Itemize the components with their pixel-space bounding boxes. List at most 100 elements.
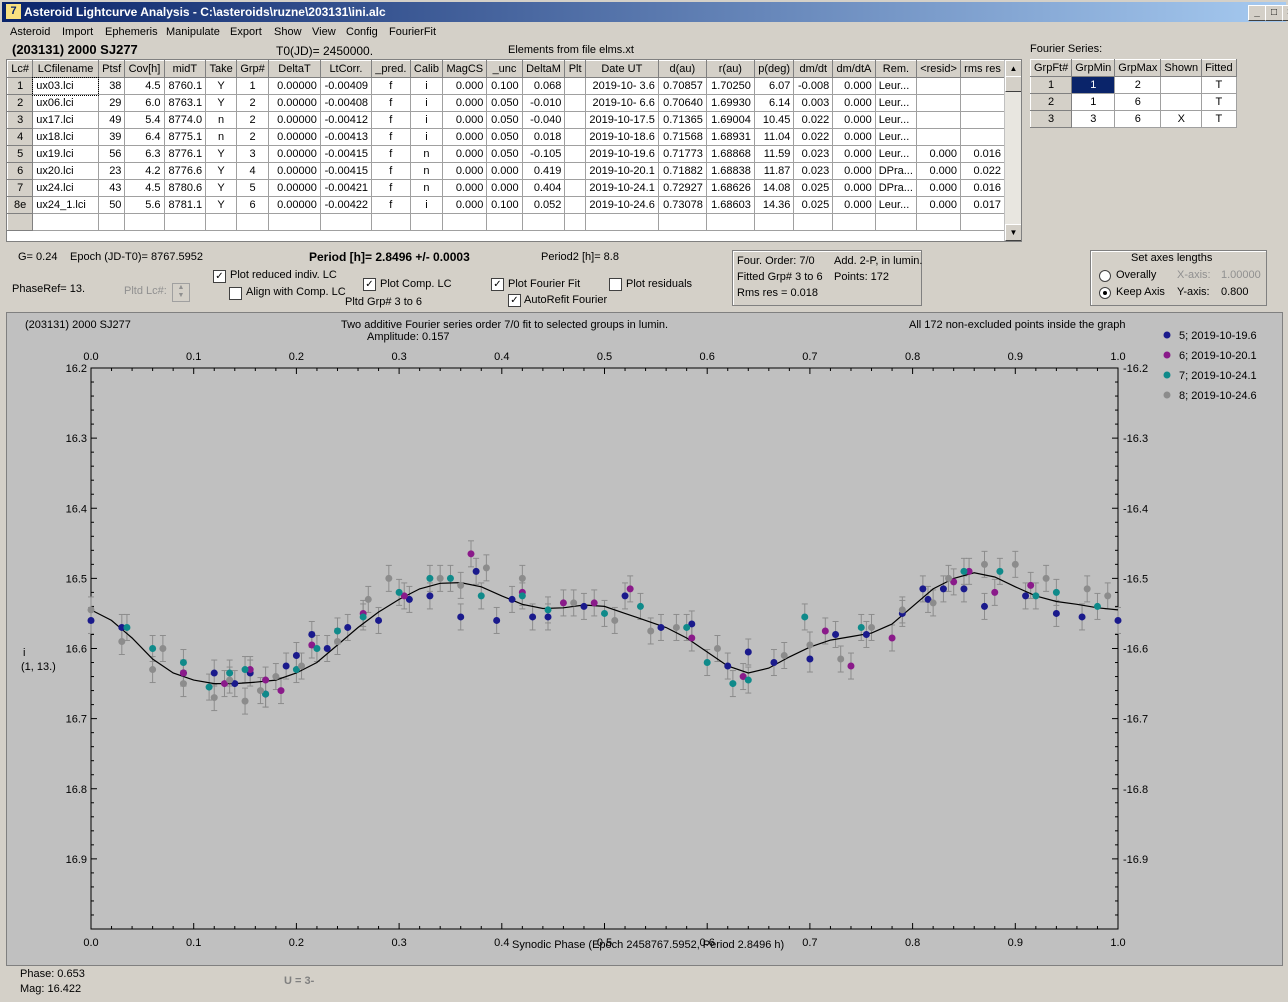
table-cell[interactable]: DPra... [874,179,918,197]
table-cell[interactable]: 0.016 [959,145,1006,163]
table-cell[interactable]: 6 [235,196,270,214]
table-cell[interactable]: 0.016 [959,179,1006,197]
table-cell[interactable]: i [409,196,444,214]
fourier-column-header[interactable]: GrpMin [1071,59,1116,77]
table-cell[interactable]: 1.68931 [705,128,755,146]
table-cell[interactable]: 0.000 [442,162,488,180]
menu-config[interactable]: Config [346,26,378,38]
table-cell[interactable]: -0.105 [521,145,566,163]
table-scrollbar[interactable]: ▲ ▼ [1004,60,1021,241]
table-cell[interactable] [564,213,586,231]
table-row[interactable]: 3 ux17.lci 49 5.4 8774.0 n 2 0.00000 -0.00412 f i 0… [7,111,1006,129]
table-cell[interactable] [268,213,321,231]
table-row[interactable]: 5 ux19.lci 56 6.3 8776.1 Y 3 0.00000 -0.00415 f n 0… [7,145,1006,163]
table-cell[interactable] [916,94,961,112]
table-cell[interactable]: -0.00408 [319,94,373,112]
table-cell[interactable]: 0.052 [521,196,566,214]
table-cell[interactable] [705,213,755,231]
plot-comp-checkbox[interactable]: ✓ [363,278,376,291]
table-cell[interactable]: -0.00412 [319,111,373,129]
fourier-series-table[interactable]: GrpFt# GrpMin GrpMax Shown Fitted 112T216T33… [1029,59,1237,133]
scroll-thumb[interactable] [1005,76,1021,92]
table-cell[interactable]: 1 [235,77,270,95]
table-cell[interactable] [959,128,1006,146]
table-cell[interactable]: Leur... [874,196,918,214]
table-cell[interactable]: 43 [97,179,126,197]
table-cell[interactable]: -0.00421 [319,179,373,197]
table-cell[interactable]: 0.000 [916,196,961,214]
table-cell[interactable]: 6.3 [124,145,165,163]
fourier-cell[interactable]: T [1201,110,1237,128]
menu-import[interactable]: Import [62,26,93,38]
table-cell[interactable]: 14.08 [753,179,795,197]
table-cell[interactable]: 0.000 [832,196,876,214]
table-cell[interactable]: 1.68838 [705,162,755,180]
lc-column-header[interactable]: rms res [959,60,1006,78]
table-row[interactable]: 2 ux06.lci 29 6.0 8763.1 Y 2 0.00000 -0.00408 f i 0… [7,94,1006,112]
table-cell[interactable]: 4.2 [124,162,165,180]
table-cell[interactable] [124,213,165,231]
table-cell[interactable] [564,77,586,95]
table-cell[interactable]: 0.022 [959,162,1006,180]
lc-column-header[interactable]: Cov[h] [124,60,165,78]
fourier-cell[interactable] [1160,93,1203,111]
table-cell[interactable]: DPra... [874,162,918,180]
lc-column-header[interactable]: p(deg) [753,60,795,78]
table-cell[interactable]: 4.5 [124,77,165,95]
table-cell[interactable]: 11.59 [753,145,795,163]
menu-view[interactable]: View [312,26,336,38]
lc-column-header[interactable]: Ptsf [97,60,126,78]
table-cell[interactable]: -0.00422 [319,196,373,214]
table-cell[interactable]: 6.07 [753,77,795,95]
lc-column-header[interactable]: Rem. [874,60,918,78]
table-cell[interactable]: 0.000 [916,179,961,197]
fourier-row[interactable]: 112T [1029,76,1237,94]
table-cell[interactable]: 0.050 [486,111,523,129]
table-cell[interactable]: 8760.1 [163,77,207,95]
maximize-button[interactable]: □ [1265,5,1283,21]
table-cell[interactable]: f [371,111,411,129]
table-cell[interactable]: -0.00413 [319,128,373,146]
table-cell[interactable]: 1.69930 [705,94,755,112]
table-cell[interactable]: f [371,145,411,163]
table-cell[interactable]: 0.70857 [657,77,707,95]
plot-fourier-checkbox[interactable]: ✓ [491,278,504,291]
table-cell[interactable]: 0.00000 [268,77,321,95]
scroll-down-button[interactable]: ▼ [1005,224,1021,241]
table-cell[interactable]: 0.73078 [657,196,707,214]
table-cell[interactable]: Y [205,145,237,163]
table-cell[interactable]: f [371,196,411,214]
plot-area[interactable] [90,367,1119,930]
table-cell[interactable] [442,213,488,231]
table-cell[interactable]: 8780.6 [163,179,207,197]
table-cell[interactable]: 0.050 [486,94,523,112]
table-cell[interactable]: i [409,94,444,112]
table-cell[interactable]: Leur... [874,111,918,129]
table-cell[interactable]: Y [205,162,237,180]
table-cell[interactable]: 0.71882 [657,162,707,180]
table-cell[interactable]: 0.000 [442,111,488,129]
lc-column-header[interactable]: Grp# [235,60,270,78]
table-cell[interactable]: -0.00409 [319,77,373,95]
table-cell[interactable]: 0.018 [521,128,566,146]
table-cell[interactable]: 0.71365 [657,111,707,129]
fourier-column-header[interactable]: Fitted [1201,59,1237,77]
table-cell[interactable]: 0.70640 [657,94,707,112]
table-cell[interactable] [916,213,961,231]
table-cell[interactable]: 0.00000 [268,94,321,112]
table-cell[interactable]: 4.5 [124,179,165,197]
table-cell[interactable]: ux06.lci [32,94,99,112]
table-cell[interactable]: f [371,179,411,197]
table-cell[interactable]: 0.017 [959,196,1006,214]
fourier-cell[interactable]: 6 [1114,93,1162,111]
table-cell[interactable]: 5 [235,179,270,197]
table-cell[interactable]: 1.69004 [705,111,755,129]
table-cell[interactable]: 14.36 [753,196,795,214]
fourier-cell[interactable]: T [1201,93,1237,111]
table-cell[interactable]: Y [205,77,237,95]
pltd-lc-spinner[interactable]: ▲ ▼ [172,283,190,302]
table-cell[interactable]: i [409,77,444,95]
table-cell[interactable]: 2019-10-24.1 [584,179,659,197]
table-cell[interactable]: Leur... [874,128,918,146]
table-cell[interactable]: 0.025 [793,196,834,214]
